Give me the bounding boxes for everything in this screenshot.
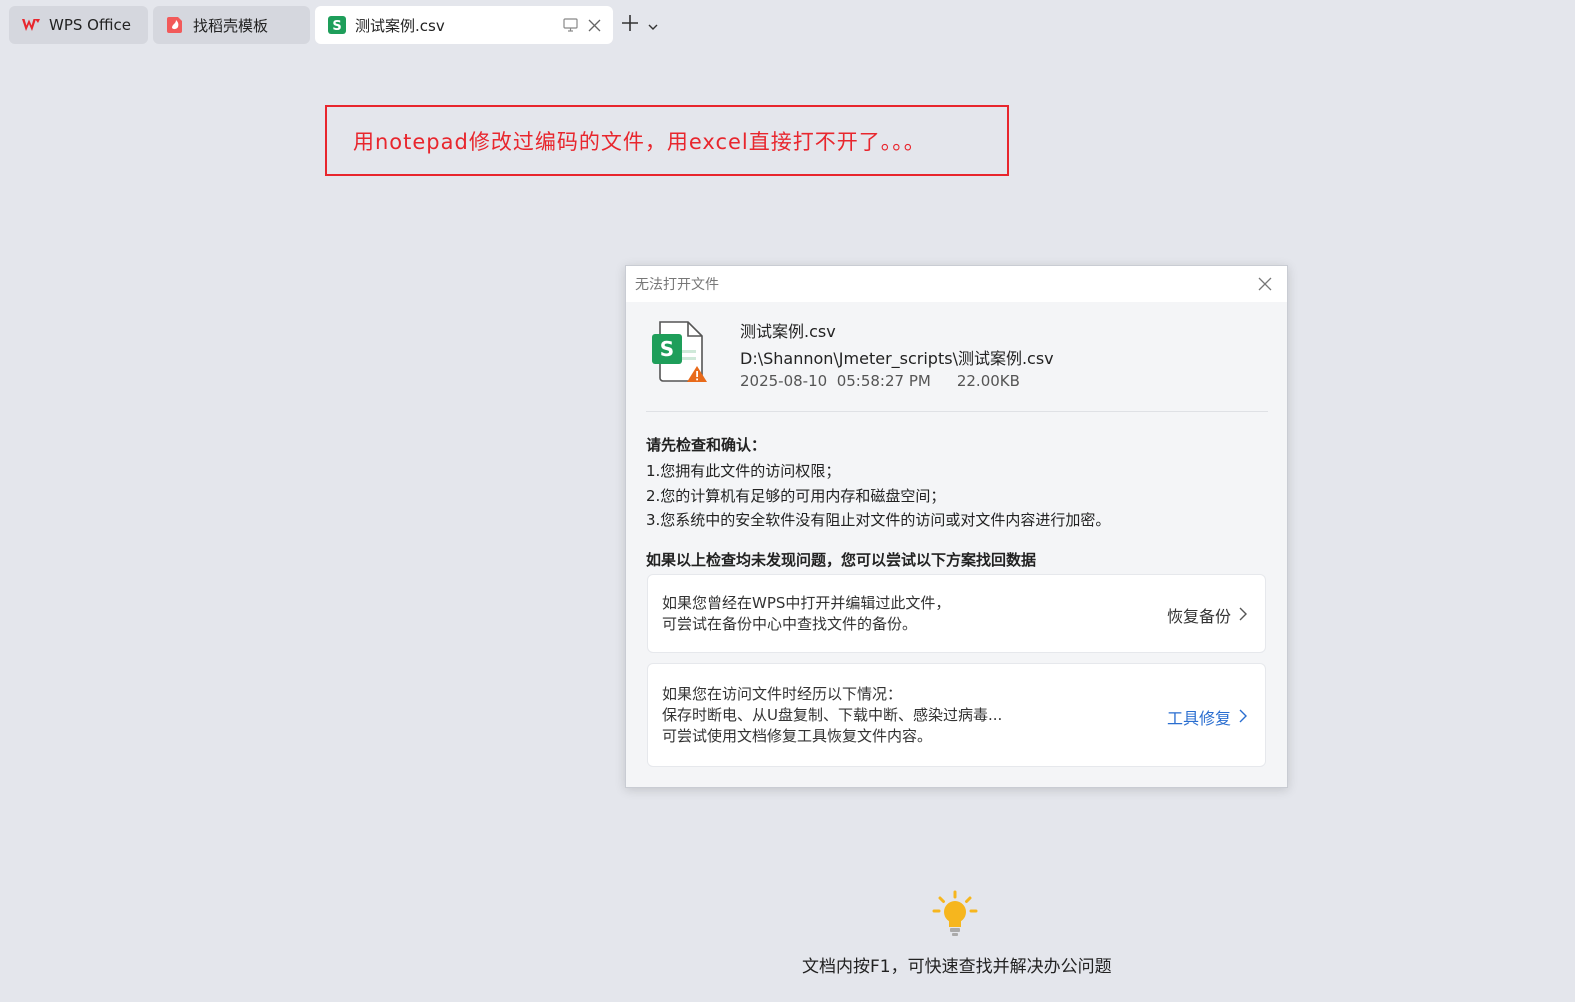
plus-icon[interactable] [620,13,640,37]
check-item: 3.您系统中的安全软件没有阻止对文件的访问或对文件内容进行加密。 [646,511,1111,529]
lightbulb-icon [932,890,978,938]
tab-wps-office[interactable]: WPS Office [9,6,148,44]
card-text: 如果您曾经在WPS中打开并编辑过此文件， 可尝试在备份中心中查找文件的备份。 [662,593,950,635]
file-datetime: 2025-08-10 05:58:27 PM [740,372,931,390]
tab-csv-file[interactable]: S 测试案例.csv [315,6,613,44]
f1-help-hint: 文档内按F1，可快速查找并解决办公问题 [802,957,1112,977]
new-tab-controls [620,10,658,40]
svg-text:S: S [332,19,341,34]
tab-label: 找稻壳模板 [193,16,269,35]
action-label: 恢复备份 [1166,607,1231,626]
action-label: 工具修复 [1166,709,1231,728]
restore-backup-button[interactable]: 恢复备份 [1167,603,1247,627]
annotation-box: 用notepad修改过编码的文件，用excel直接打不开了。。。 [325,105,1009,176]
monitor-icon[interactable] [563,18,578,32]
docer-icon [165,15,185,35]
card-line: 保存时断电、从U盘复制、下载中断、感染过病毒... [662,706,1003,724]
tool-repair-button[interactable]: 工具修复 [1167,705,1247,729]
card-line: 可尝试在备份中心中查找文件的备份。 [662,615,918,633]
spreadsheet-s-icon: S [327,15,347,35]
cannot-open-file-dialog: 无法打开文件 S 测试案例.csv D:\Shannon\Jmeter_scri… [625,265,1288,788]
file-size: 22.00KB [956,372,1020,390]
tab-label: WPS Office [49,16,131,34]
chevron-right-icon [1239,708,1247,727]
restore-backup-card: 如果您曾经在WPS中打开并编辑过此文件， 可尝试在备份中心中查找文件的备份。 恢… [647,574,1266,653]
chevron-right-icon [1239,606,1247,625]
divider [646,411,1268,412]
check-item: 1.您拥有此文件的访问权限； [646,462,841,480]
close-tab-icon[interactable] [588,19,601,32]
close-icon[interactable] [1257,276,1273,292]
file-path: D:\Shannon\Jmeter_scripts\测试案例.csv [740,349,1054,368]
card-line: 如果您曾经在WPS中打开并编辑过此文件， [662,594,951,612]
annotation-text: 用notepad修改过编码的文件，用excel直接打不开了。。。 [353,129,926,154]
check-heading: 请先检查和确认： [646,436,767,454]
svg-text:S: S [660,337,674,361]
tab-docer-templates[interactable]: 找稻壳模板 [153,6,310,44]
file-name: 测试案例.csv [740,322,836,341]
wps-logo-icon [21,15,41,35]
dialog-title: 无法打开文件 [635,277,719,293]
tab-label: 测试案例.csv [355,16,445,35]
chevron-down-icon[interactable] [648,16,658,35]
check-item: 2.您的计算机有足够的可用内存和磁盘空间； [646,487,946,505]
tool-repair-card: 如果您在访问文件时经历以下情况： 保存时断电、从U盘复制、下载中断、感染过病毒.… [647,663,1266,767]
dialog-titlebar: 无法打开文件 [626,266,1287,302]
card-line: 可尝试使用文档修复工具恢复文件内容。 [662,727,933,745]
card-text: 如果您在访问文件时经历以下情况： 保存时断电、从U盘复制、下载中断、感染过病毒.… [662,684,1002,747]
card-line: 如果您在访问文件时经历以下情况： [662,685,903,703]
tab-tools [563,6,601,44]
solve-heading: 如果以上检查均未发现问题，您可以尝试以下方案找回数据 [646,551,1037,569]
csv-file-warning-icon: S [650,320,710,384]
file-meta: 2025-08-10 05:58:27 PM 22.00KB [740,372,1020,390]
tab-bar: WPS Office 找稻壳模板 S 测试案例.csv [0,0,1575,48]
